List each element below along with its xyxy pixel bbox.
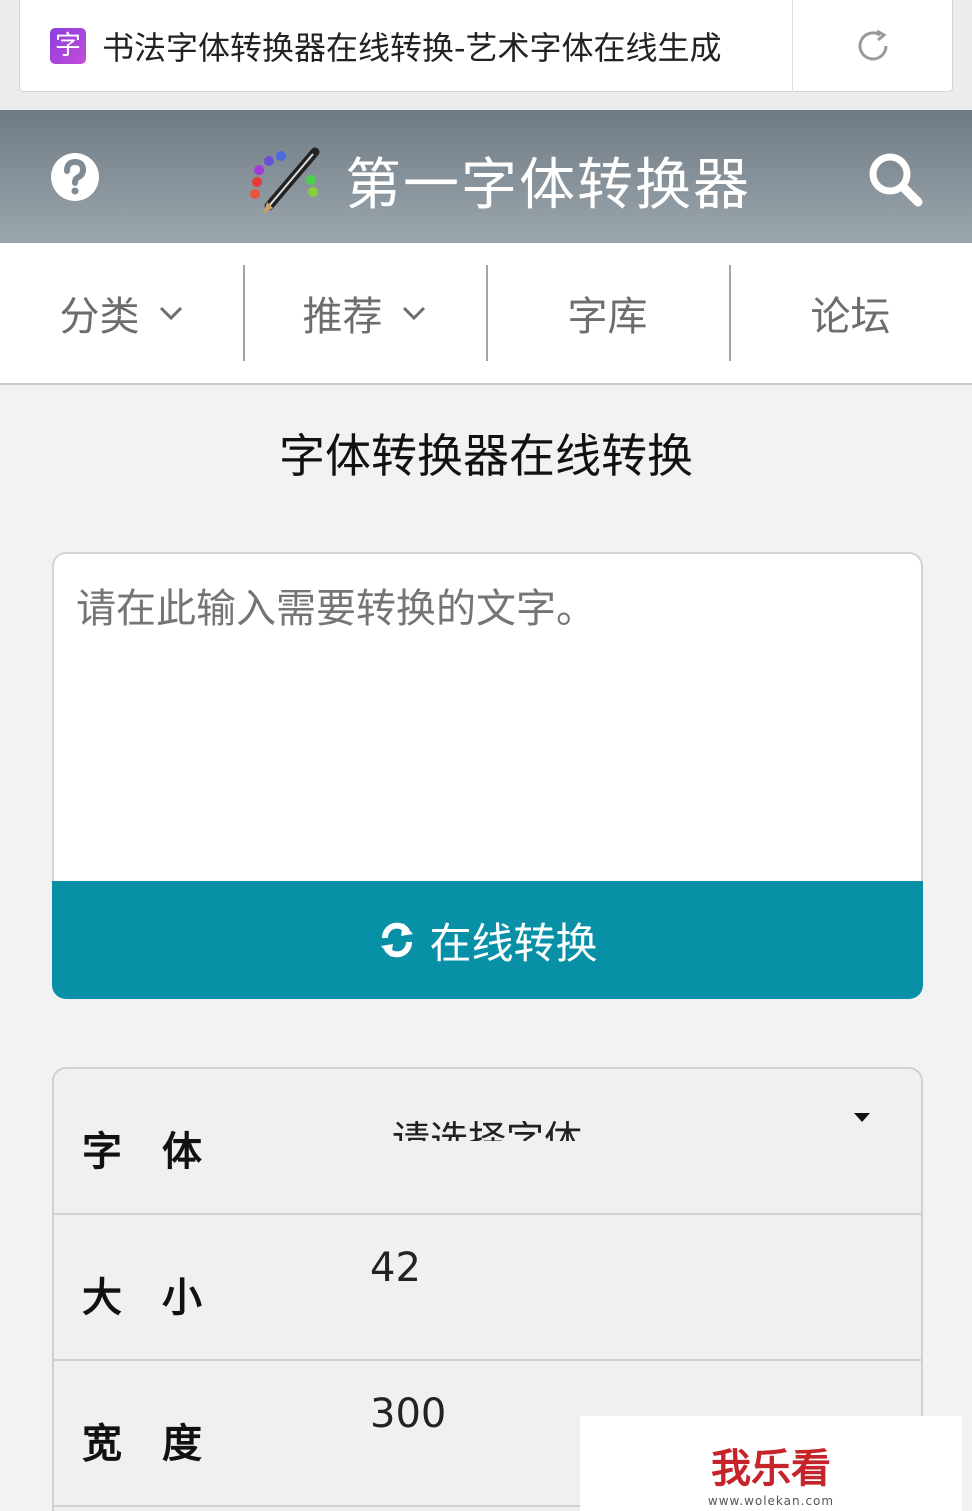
pencil-logo-icon[interactable] — [245, 144, 325, 218]
nav-item-label: 论坛 — [810, 294, 891, 340]
nav-item-category[interactable]: 分类 — [0, 243, 243, 383]
chevron-down-icon — [401, 305, 427, 321]
nav-item-label: 推荐 — [302, 294, 383, 340]
size-input[interactable]: 42 — [370, 1245, 421, 1291]
font-label: 字体 — [82, 1129, 242, 1175]
nav-item-recommend[interactable]: 推荐 — [243, 243, 486, 383]
page-heading: 字体转换器在线转换 — [279, 429, 693, 483]
watermark: 我乐看 www.wolekan.com — [580, 1416, 962, 1511]
main-nav: 分类 推荐 字库 论坛 — [0, 243, 972, 385]
size-label: 大小 — [82, 1275, 242, 1321]
width-input[interactable]: 300 — [370, 1391, 446, 1437]
font-row[interactable]: 字体 请选择字体 — [54, 1069, 921, 1215]
site-header: 第一字体转换器 — [0, 110, 972, 243]
reload-icon — [858, 29, 887, 60]
browser-toolbar: 字 书法字体转换器在线转换-艺术字体在线生成 — [0, 0, 972, 110]
nav-item-forum[interactable]: 论坛 — [729, 243, 972, 383]
nav-item-label: 分类 — [59, 294, 140, 340]
width-label: 宽度 — [82, 1421, 242, 1467]
reload-button[interactable] — [793, 0, 952, 92]
site-favicon: 字 — [50, 27, 86, 64]
page-title-bar[interactable]: 书法字体转换器在线转换-艺术字体在线生成 — [102, 23, 780, 69]
convert-button[interactable]: 在线转换 — [52, 881, 923, 999]
sync-icon — [377, 920, 417, 960]
nav-item-label: 字库 — [567, 294, 648, 340]
site-title[interactable]: 第一字体转换器 — [345, 140, 751, 221]
search-icon[interactable] — [866, 150, 924, 212]
watermark-url: www.wolekan.com — [707, 1494, 835, 1508]
question-circle-icon[interactable] — [50, 152, 100, 206]
chevron-down-icon — [158, 305, 184, 321]
address-bar[interactable]: 字 书法字体转换器在线转换-艺术字体在线生成 — [19, 0, 953, 92]
nav-item-font-library[interactable]: 字库 — [486, 243, 729, 383]
text-input[interactable] — [52, 552, 923, 882]
size-row: 大小 42 — [54, 1215, 921, 1361]
font-select[interactable]: 请选择字体 — [392, 1121, 582, 1141]
caret-down-icon[interactable] — [854, 1113, 870, 1122]
watermark-logo: 我乐看 — [711, 1445, 831, 1492]
convert-button-label: 在线转换 — [429, 919, 598, 967]
